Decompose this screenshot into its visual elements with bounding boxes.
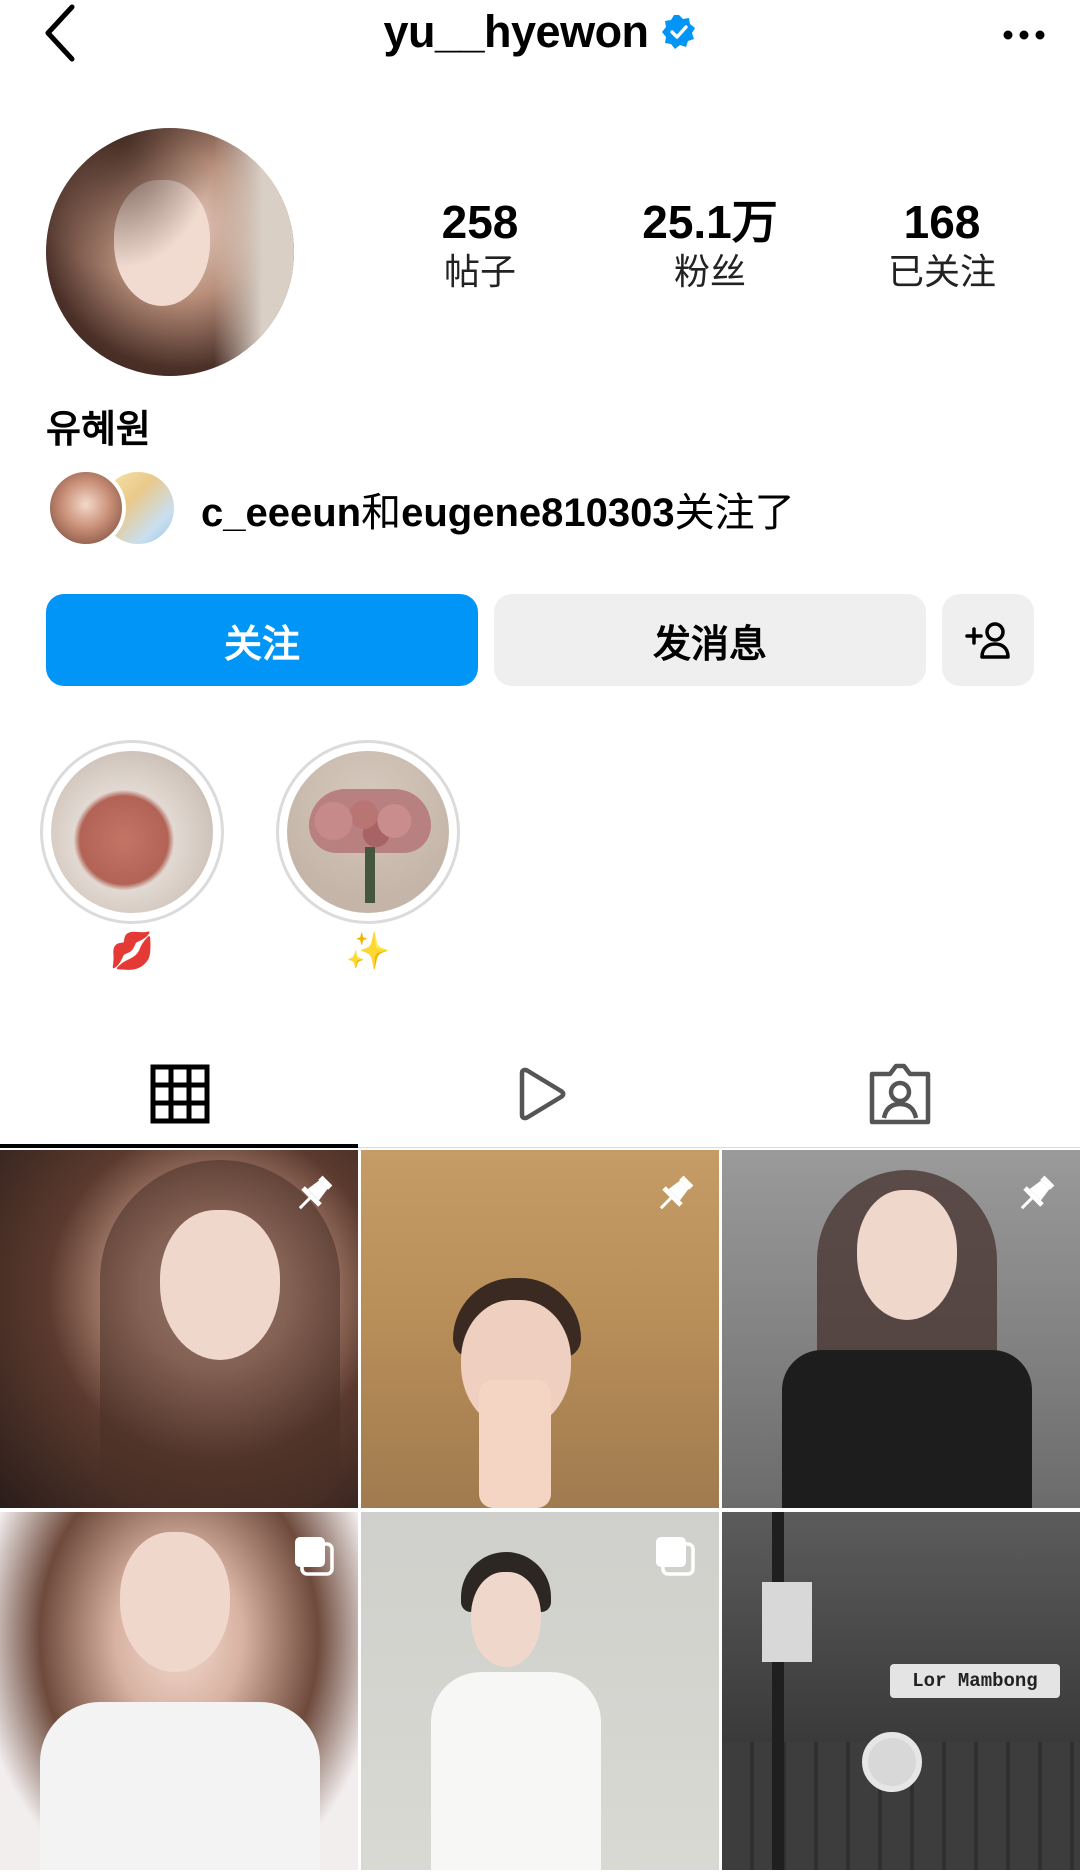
content-tabs — [0, 1040, 1080, 1148]
highlight-cover — [51, 751, 213, 913]
stat-posts[interactable]: 258 帖子 — [370, 196, 590, 298]
active-tab-indicator — [0, 1144, 358, 1148]
verified-badge-icon — [661, 14, 697, 50]
stat-followers-value: 25.1万 — [642, 196, 778, 248]
highlight-cover — [287, 751, 449, 913]
highlight-label: ✨ — [345, 931, 391, 972]
carousel-icon — [649, 1530, 701, 1582]
tab-reels[interactable] — [360, 1040, 720, 1148]
street-sign: Lor Mambong — [890, 1664, 1060, 1698]
grid-icon — [150, 1064, 210, 1124]
profile-stats: 258 帖子 25.1万 粉丝 168 已关注 — [0, 196, 1080, 306]
pin-icon — [1010, 1168, 1062, 1220]
username: yu__hyewon — [383, 6, 649, 57]
tab-tagged[interactable] — [720, 1040, 1080, 1148]
top-bar: yu__hyewon — [0, 0, 1080, 72]
no-entry-sign-icon — [862, 1732, 922, 1792]
pin-icon — [288, 1168, 340, 1220]
post-thumbnail[interactable] — [361, 1150, 719, 1508]
mutual-user-1: c_eeeun — [201, 491, 362, 535]
carousel-icon — [288, 1530, 340, 1582]
follow-button[interactable]: 关注 — [46, 594, 478, 686]
more-options-button[interactable] — [996, 10, 1052, 60]
more-dots-icon — [1003, 30, 1045, 40]
stat-following-value: 168 — [903, 196, 981, 248]
display-name: 유혜원 — [46, 407, 151, 451]
reels-play-icon — [519, 1067, 566, 1121]
story-highlight[interactable]: ✨ — [276, 740, 460, 974]
stat-posts-label: 帖子 — [443, 252, 516, 293]
tab-posts-grid[interactable] — [0, 1040, 360, 1148]
post-thumbnail[interactable] — [361, 1512, 719, 1870]
stat-following-label: 已关注 — [887, 252, 996, 293]
mutual-suffix: 关注了 — [674, 490, 795, 536]
profile-page: yu__hyewon 258 帖子 25.1万 粉丝 168 已关注 유혜원 c… — [0, 0, 1080, 1872]
post-thumbnail[interactable] — [0, 1512, 358, 1870]
story-highlight[interactable]: 💋 — [40, 740, 224, 974]
tagged-person-icon — [869, 1063, 931, 1125]
highlight-label: 💋 — [109, 931, 155, 972]
post-thumbnail[interactable] — [722, 1150, 1080, 1508]
mutual-avatar — [46, 468, 126, 548]
message-button[interactable]: 发消息 — [494, 594, 926, 686]
stat-posts-value: 258 — [441, 196, 519, 248]
mutual-followers[interactable]: c_eeeun和eugene810303关注了 — [46, 468, 1046, 550]
mutual-user-2: eugene810303 — [401, 491, 675, 535]
username-header: yu__hyewon — [0, 6, 1080, 58]
post-thumbnail[interactable]: Lor Mambong — [722, 1512, 1080, 1870]
stat-followers-label: 粉丝 — [673, 252, 746, 293]
stat-followers[interactable]: 25.1万 粉丝 — [600, 196, 820, 298]
stat-following[interactable]: 168 已关注 — [832, 196, 1052, 298]
suggested-users-button[interactable] — [942, 594, 1034, 686]
post-thumbnail[interactable] — [0, 1150, 358, 1508]
mutual-conjunction: 和 — [361, 490, 402, 536]
add-person-icon — [965, 622, 1010, 659]
mutual-followers-text: c_eeeun和eugene810303关注了 — [201, 480, 795, 538]
pin-icon — [649, 1168, 701, 1220]
